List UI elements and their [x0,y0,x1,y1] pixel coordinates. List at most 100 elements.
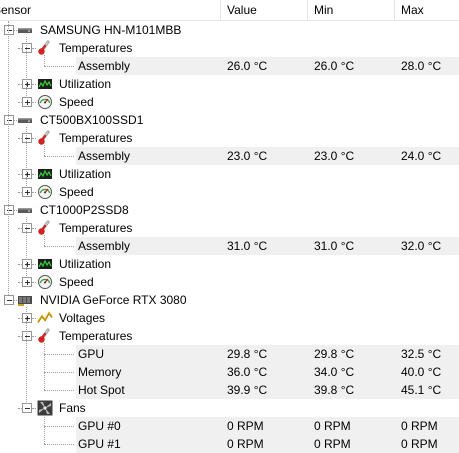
device-row[interactable]: CT500BX100SSD1 [0,111,459,129]
sensor-group-row[interactable]: Temperatures [0,219,459,237]
collapse-button[interactable] [22,331,32,341]
tree-line [32,138,36,139]
expand-button[interactable] [22,79,32,89]
sensor-group-row[interactable]: Temperatures [0,39,459,57]
sensor-value: 23.0 °C [227,149,268,163]
tree-line [32,318,36,319]
sensor-value: 29.8 °C [227,347,268,361]
sensor-group-row[interactable]: Temperatures [0,129,459,147]
tree-line [44,372,74,373]
tree-line [14,30,17,31]
device-name: CT1000P2SSD8 [40,203,129,217]
sensor-min: 31.0 °C [314,239,355,253]
utilization-graph-icon [37,166,53,182]
sensor-name: Assembly [78,149,131,163]
tree-line [18,336,22,337]
sensor-max: 32.5 °C [401,347,442,361]
sensor-group-label: Speed [59,185,94,199]
sensor-value: 0 RPM [227,419,264,433]
tree-line [18,102,22,103]
sensor-name: GPU #0 [78,419,121,433]
collapse-button[interactable] [22,223,32,233]
utilization-graph-icon [37,76,53,92]
tree-line [26,307,27,404]
column-header-value[interactable]: Value [221,0,308,20]
collapse-button[interactable] [4,205,14,215]
tree-line [32,282,36,283]
collapse-button[interactable] [4,25,14,35]
sensor-min: 26.0 °C [314,59,355,73]
sensor-group-label: Utilization [59,167,112,181]
sensor-group-row[interactable]: Temperatures [0,327,459,345]
sensor-group-label: Temperatures [59,329,133,343]
device-row[interactable]: SAMSUNG HN-M101MBB [0,21,459,39]
tree-line [44,426,74,427]
expand-button[interactable] [22,97,32,107]
sensor-min: 0 RPM [314,419,351,433]
collapse-button[interactable] [4,295,14,305]
tree-line [44,66,74,67]
column-header-max[interactable]: Max [395,0,459,20]
device-row[interactable]: NVIDIA GeForce RTX 3080 [0,291,459,309]
tree-line [18,138,22,139]
sensor-tree: SAMSUNG HN-M101MBB Temperatures Assembly 26… [0,21,459,453]
tree-line [32,264,36,265]
tree-line [14,210,17,211]
speedometer-icon [37,274,53,290]
tree-line [44,444,74,445]
tree-line [44,415,45,444]
tree-line [26,127,27,188]
sensor-group-label: Temperatures [59,131,133,145]
collapse-button[interactable] [4,115,14,125]
sensor-name: Memory [78,365,122,379]
collapse-button[interactable] [22,43,32,53]
sensor-value: 31.0 °C [227,239,268,253]
sensor-min: 34.0 °C [314,365,355,379]
sensor-group-row[interactable]: Speed [0,93,459,111]
sensor-value: 0 RPM [227,437,264,451]
sensor-value: 36.0 °C [227,365,268,379]
sensor-name: GPU [78,347,105,361]
column-header-sensor[interactable]: Sensor [0,0,221,20]
thermometer-icon [37,220,53,236]
sensor-group-row[interactable]: Utilization [0,75,459,93]
tree-line [32,192,36,193]
sensor-group-row[interactable]: Utilization [0,165,459,183]
tree-line [18,48,22,49]
sensor-group-row[interactable]: Voltages [0,309,459,327]
collapse-button[interactable] [22,403,32,413]
tree-line [14,300,17,301]
sensor-group-row[interactable]: Fans [0,399,459,417]
column-header-min[interactable]: Min [308,0,395,20]
sensor-group-label: Temperatures [59,221,133,235]
expand-button[interactable] [22,277,32,287]
tree-line [44,343,45,390]
thermometer-icon [37,130,53,146]
sensor-max: 32.0 °C [401,239,442,253]
drive-icon [17,22,33,38]
speedometer-icon [37,184,53,200]
sensor-group-row[interactable]: Speed [0,183,459,201]
sensor-value: 39.9 °C [227,383,268,397]
tree-line [26,37,27,98]
device-row[interactable]: CT1000P2SSD8 [0,201,459,219]
tree-line [32,408,36,409]
expand-button[interactable] [22,187,32,197]
sensor-name: GPU #1 [78,437,121,451]
sensor-group-row[interactable]: Speed [0,273,459,291]
tree-line [18,192,22,193]
sensor-max: 0 RPM [401,437,438,451]
device-name: CT500BX100SSD1 [40,113,144,127]
expand-button[interactable] [22,259,32,269]
sensor-max: 0 RPM [401,419,438,433]
collapse-button[interactable] [22,133,32,143]
sensor-group-row[interactable]: Utilization [0,255,459,273]
speedometer-icon [37,94,53,110]
sensor-group-label: Fans [59,401,86,415]
expand-button[interactable] [22,313,32,323]
tree-line [14,120,17,121]
tree-line [32,228,36,229]
expand-button[interactable] [22,169,32,179]
tree-line [44,390,74,391]
sensor-group-label: Utilization [59,257,112,271]
